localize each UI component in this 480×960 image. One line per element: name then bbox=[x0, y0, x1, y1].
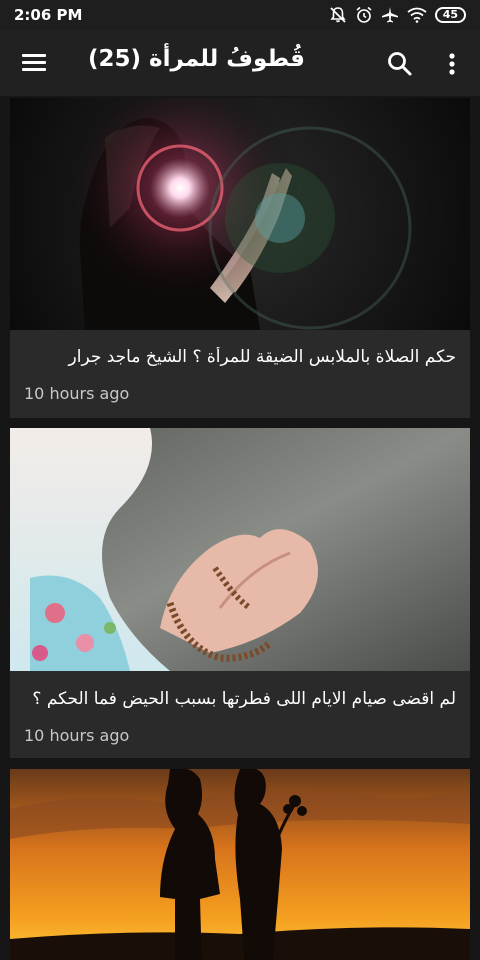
article-image bbox=[10, 428, 470, 671]
alarm-icon bbox=[356, 6, 372, 23]
menu-icon[interactable] bbox=[18, 49, 50, 77]
airplane-icon bbox=[381, 7, 398, 23]
article-title: حكم الصلاة بالملابس الضيقة للمرأة ؟ الشي… bbox=[68, 347, 456, 367]
status-time: 2:06 PM bbox=[14, 6, 83, 24]
page-title: قُطوفُ للمرأة (25) bbox=[88, 46, 305, 72]
status-bar: 2:06 PM 45 bbox=[0, 0, 480, 30]
article-time: 10 hours ago bbox=[24, 384, 130, 403]
notifications-off-icon bbox=[330, 7, 346, 23]
list-item[interactable]: لم اقضى صيام الايام اللى فطرتها بسبب الح… bbox=[10, 428, 470, 758]
status-icons: 45 bbox=[329, 6, 466, 24]
article-title: لم اقضى صيام الايام اللى فطرتها بسبب الح… bbox=[32, 689, 456, 709]
article-image bbox=[10, 98, 470, 330]
list-item[interactable] bbox=[10, 769, 470, 960]
feed-list: حكم الصلاة بالملابس الضيقة للمرأة ؟ الشي… bbox=[0, 96, 480, 960]
article-time: 10 hours ago bbox=[24, 726, 130, 745]
wifi-icon bbox=[407, 7, 427, 23]
battery-icon: 45 bbox=[434, 7, 466, 23]
search-icon[interactable] bbox=[386, 50, 414, 78]
article-image bbox=[10, 769, 470, 960]
list-item[interactable]: حكم الصلاة بالملابس الضيقة للمرأة ؟ الشي… bbox=[10, 98, 470, 418]
app-bar: قُطوفُ للمرأة (25) bbox=[0, 30, 480, 96]
more-vert-icon[interactable] bbox=[440, 50, 464, 78]
